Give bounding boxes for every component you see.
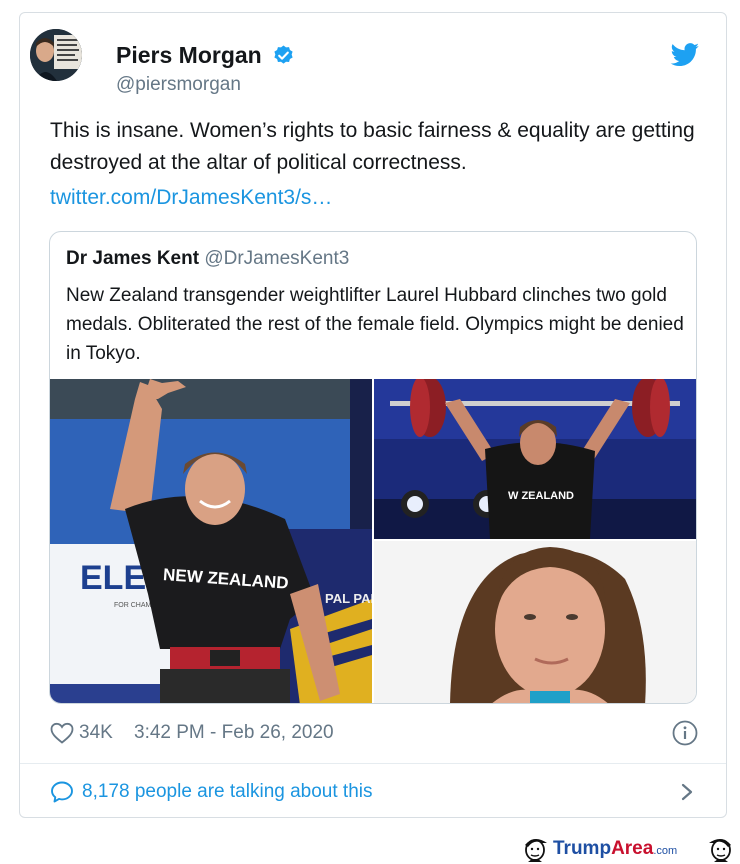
verified-badge-icon (274, 44, 293, 64)
speech-bubble-icon (51, 781, 73, 803)
quoted-tweet-text: New Zealand transgender weightlifter Lau… (66, 285, 684, 364)
divider (20, 763, 726, 764)
avatar[interactable] (30, 29, 82, 81)
chevron-right-icon[interactable] (681, 783, 693, 801)
quoted-tweet[interactable]: Dr James Kent @DrJamesKent3 New Zealand … (49, 231, 697, 704)
photo-bottom-right[interactable] (374, 541, 697, 704)
watermark-text: TrumpArea.com (553, 838, 677, 860)
watermark-part-3: .com (653, 845, 678, 857)
heart-icon[interactable] (50, 722, 74, 744)
author-handle[interactable]: @piersmorgan (116, 73, 241, 97)
conversation-link[interactable]: 8,178 people are talking about this (50, 777, 698, 807)
tweet-header: Piers Morgan @piersmorgan (30, 29, 700, 95)
watermark-face-right-icon (709, 838, 731, 862)
tweet-meta: 34K 3:42 PM - Feb 26, 2020 (50, 719, 698, 747)
quoted-media[interactable]: ELE FOR CHAMPIONS PAL PAR NEW ZEALAND W … (50, 379, 697, 704)
shirt-text-right: W ZEALAND (508, 490, 574, 502)
author-name[interactable]: Piers Morgan (116, 40, 262, 70)
quoted-tweet-header: Dr James Kent @DrJamesKent3 (66, 247, 349, 271)
avatar-image (30, 29, 82, 81)
watermark-face-left-icon (525, 838, 547, 862)
quoted-author-name[interactable]: Dr James Kent (66, 248, 199, 269)
tweet-text: This is insane. Women’s rights to basic … (50, 119, 695, 174)
quoted-author-handle[interactable]: @DrJamesKent3 (204, 248, 349, 269)
watermark-part-1: Trump (553, 838, 612, 859)
like-count[interactable]: 34K (79, 719, 113, 747)
banner-text: ELE (80, 559, 146, 597)
photo-top-right[interactable]: W ZEALAND (374, 379, 697, 539)
watermark-part-2: Area (611, 838, 654, 859)
timestamp[interactable]: 3:42 PM - Feb 26, 2020 (134, 719, 334, 747)
page: Piers Morgan @piersmorgan This is insane… (0, 0, 740, 864)
tweet-link[interactable]: twitter.com/DrJamesKent3/s… (50, 182, 332, 214)
photo-collage: ELE FOR CHAMPIONS PAL PAR NEW ZEALAND W … (50, 379, 697, 704)
photo-left[interactable]: ELE FOR CHAMPIONS PAL PAR NEW ZEALAND (50, 379, 381, 704)
info-icon[interactable] (672, 720, 698, 746)
twitter-bird-icon[interactable] (670, 43, 700, 67)
watermark: TrumpArea.com (520, 835, 738, 863)
conversation-count-text[interactable]: 8,178 people are talking about this (82, 777, 373, 807)
